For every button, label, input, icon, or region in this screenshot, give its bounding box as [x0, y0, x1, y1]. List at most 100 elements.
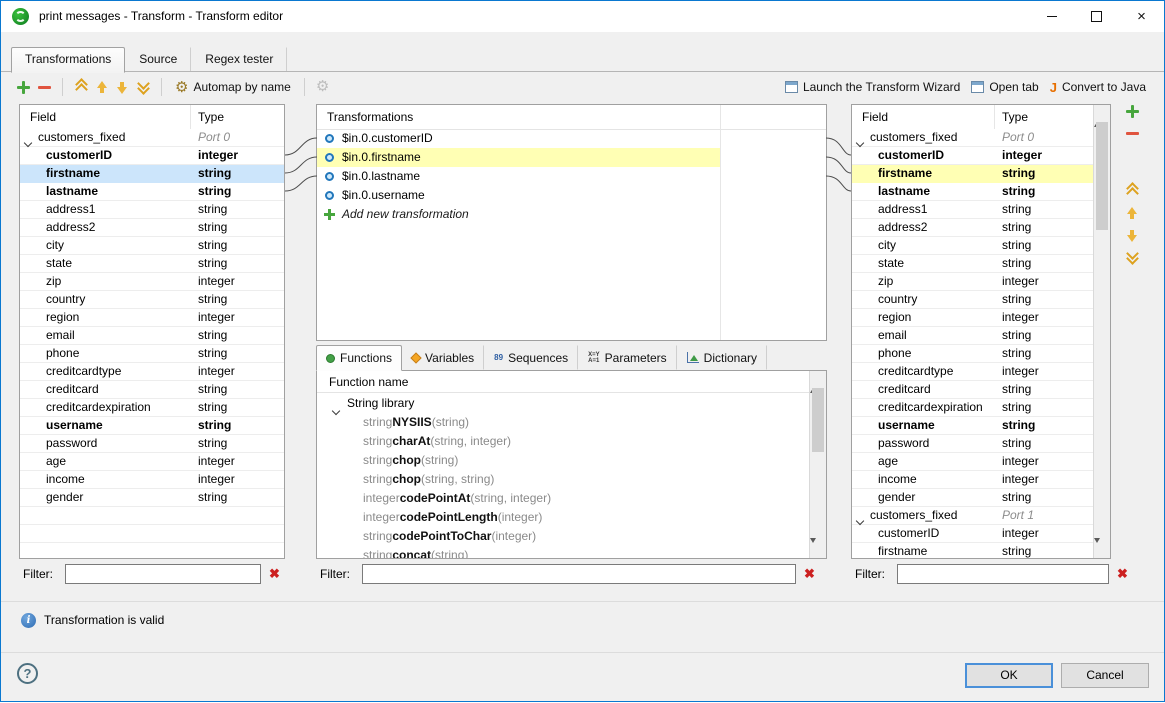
tab-sequences[interactable]: 89 Sequences — [484, 345, 578, 370]
move-top-icon[interactable] — [1125, 184, 1139, 198]
close-button[interactable]: × — [1119, 1, 1164, 32]
tab-dictionary[interactable]: Dictionary — [677, 345, 767, 370]
move-up-icon[interactable] — [96, 81, 108, 94]
tab-functions[interactable]: Functions — [316, 345, 402, 371]
function-group-row[interactable]: String library — [317, 393, 810, 413]
field-row[interactable]: emailstring — [20, 327, 284, 345]
field-row[interactable]: customerIDinteger — [852, 147, 1094, 165]
field-row[interactable]: citystring — [20, 237, 284, 255]
help-button[interactable]: ? — [17, 663, 38, 684]
field-row[interactable]: statestring — [852, 255, 1094, 273]
field-row[interactable]: customerIDinteger — [20, 147, 284, 165]
field-row[interactable]: creditcardstring — [20, 381, 284, 399]
field-row[interactable]: usernamestring — [852, 417, 1094, 435]
function-item[interactable]: stringcharAt(string, integer) — [317, 432, 810, 451]
scrollbar-thumb[interactable] — [1096, 122, 1108, 230]
field-row[interactable]: creditcardexpirationstring — [852, 399, 1094, 417]
functions-scrollbar[interactable] — [809, 371, 826, 558]
field-row[interactable]: firstnamestring — [852, 165, 1094, 183]
add-new-transformation-button[interactable]: Add new transformation — [317, 205, 720, 224]
field-row[interactable]: regioninteger — [20, 309, 284, 327]
field-row[interactable]: phonestring — [20, 345, 284, 363]
field-row[interactable]: creditcardtypeinteger — [20, 363, 284, 381]
function-item[interactable]: stringchop(string) — [317, 451, 810, 470]
field-row[interactable]: passwordstring — [20, 435, 284, 453]
function-item[interactable]: integercodePointLength(integer) — [317, 508, 810, 527]
move-up-icon[interactable] — [1126, 207, 1138, 220]
maximize-button[interactable] — [1074, 1, 1119, 32]
function-item[interactable]: stringchop(string, string) — [317, 470, 810, 489]
function-item[interactable]: stringcodePointToChar(integer) — [317, 527, 810, 546]
tab-source[interactable]: Source — [125, 47, 191, 72]
field-row[interactable]: zipinteger — [852, 273, 1094, 291]
tab-variables[interactable]: Variables — [402, 345, 484, 370]
field-row[interactable]: passwordstring — [852, 435, 1094, 453]
function-item[interactable]: stringconcat(string) — [317, 546, 810, 558]
convert-to-java-button[interactable]: J Convert to Java — [1048, 78, 1148, 96]
move-down-icon[interactable] — [1126, 229, 1138, 242]
field-row[interactable]: creditcardstring — [852, 381, 1094, 399]
filter-input[interactable] — [897, 564, 1109, 584]
field-row[interactable]: genderstring — [20, 489, 284, 507]
remove-field-icon[interactable] — [1126, 127, 1139, 140]
function-item[interactable]: integercodePointAt(string, integer) — [317, 489, 810, 508]
clear-filter-icon[interactable]: ✖ — [804, 566, 815, 582]
move-top-icon[interactable] — [74, 80, 88, 94]
field-row[interactable]: lastnamestring — [20, 183, 284, 201]
transformation-item[interactable]: $in.0.firstname — [317, 148, 720, 167]
field-row[interactable]: countrystring — [20, 291, 284, 309]
remove-field-icon[interactable] — [38, 81, 51, 94]
scroll-down-button[interactable] — [810, 543, 826, 558]
field-row[interactable]: emailstring — [852, 327, 1094, 345]
tab-parameters[interactable]: X=YA=1 Parameters — [578, 345, 677, 370]
field-row[interactable]: customerIDinteger — [852, 525, 1094, 543]
transformation-item[interactable]: $in.0.username — [317, 186, 720, 205]
field-row[interactable]: address2string — [852, 219, 1094, 237]
field-row[interactable]: lastnamestring — [852, 183, 1094, 201]
field-row[interactable]: firstnamestring — [852, 543, 1094, 558]
field-row[interactable]: address2string — [20, 219, 284, 237]
field-row[interactable]: customers_fixedPort 0 — [852, 129, 1094, 147]
field-row[interactable]: citystring — [852, 237, 1094, 255]
field-row[interactable]: usernamestring — [20, 417, 284, 435]
cancel-button[interactable]: Cancel — [1061, 663, 1149, 688]
launch-wizard-button[interactable]: Launch the Transform Wizard — [783, 78, 962, 96]
field-row[interactable]: incomeinteger — [852, 471, 1094, 489]
minimize-button[interactable] — [1029, 1, 1074, 32]
field-row[interactable]: firstnamestring — [20, 165, 284, 183]
automap-by-name-button[interactable]: Automap by name — [173, 78, 293, 97]
field-row[interactable]: address1string — [852, 201, 1094, 219]
field-row[interactable]: regioninteger — [852, 309, 1094, 327]
field-row[interactable]: creditcardtypeinteger — [852, 363, 1094, 381]
clear-filter-icon[interactable]: ✖ — [269, 566, 280, 582]
field-row[interactable]: customers_fixedPort 1 — [852, 507, 1094, 525]
field-row[interactable]: creditcardexpirationstring — [20, 399, 284, 417]
open-tab-button[interactable]: Open tab — [969, 78, 1040, 96]
field-row[interactable]: address1string — [20, 201, 284, 219]
move-bottom-icon[interactable] — [1125, 251, 1139, 263]
field-row[interactable]: ageinteger — [852, 453, 1094, 471]
target-panel-scrollbar[interactable] — [1093, 105, 1110, 558]
tab-regex-tester[interactable]: Regex tester — [191, 47, 287, 72]
field-row[interactable]: statestring — [20, 255, 284, 273]
scroll-up-button[interactable] — [810, 371, 826, 386]
add-field-icon[interactable] — [17, 81, 30, 94]
tab-transformations[interactable]: Transformations — [11, 47, 125, 73]
move-bottom-icon[interactable] — [136, 81, 150, 93]
transformation-item[interactable]: $in.0.lastname — [317, 167, 720, 186]
field-row[interactable]: countrystring — [852, 291, 1094, 309]
filter-input[interactable] — [362, 564, 796, 584]
scroll-down-button[interactable] — [1094, 543, 1110, 558]
field-row[interactable]: customers_fixedPort 0 — [20, 129, 284, 147]
add-field-icon[interactable] — [1126, 105, 1139, 118]
field-row[interactable]: incomeinteger — [20, 471, 284, 489]
field-row[interactable]: zipinteger — [20, 273, 284, 291]
function-item[interactable]: stringNYSIIS(string) — [317, 413, 810, 432]
ok-button[interactable]: OK — [965, 663, 1053, 688]
field-row[interactable]: genderstring — [852, 489, 1094, 507]
scrollbar-thumb[interactable] — [812, 388, 824, 452]
field-row[interactable]: phonestring — [852, 345, 1094, 363]
field-row[interactable]: ageinteger — [20, 453, 284, 471]
filter-input[interactable] — [65, 564, 261, 584]
transformation-item[interactable]: $in.0.customerID — [317, 129, 720, 148]
